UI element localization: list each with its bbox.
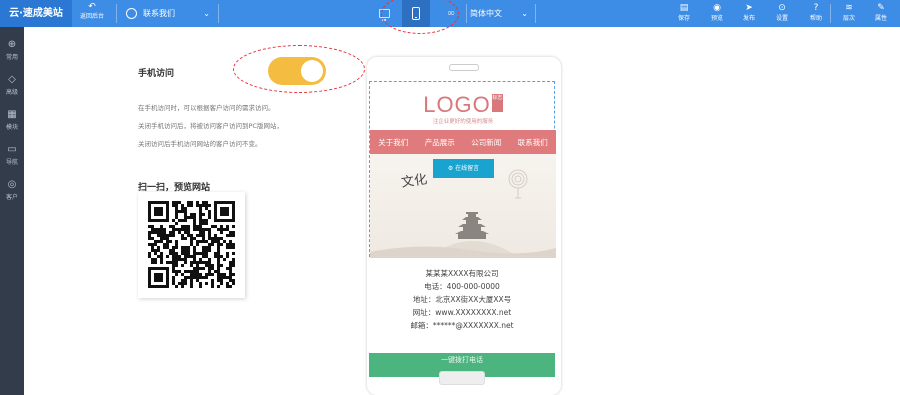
- settings-icon: ⊙: [778, 3, 786, 13]
- undo-icon: ↶: [88, 2, 96, 12]
- send-icon: ➤: [745, 3, 753, 13]
- phone-preview-frame: LOGO标志 注企业更好的使用的服务 关于我们 产品展示 公司新闻 联系我们 ⚙…: [367, 57, 561, 395]
- diamond-icon: ◇: [8, 74, 16, 85]
- divider: [116, 4, 117, 23]
- phone-number: 电话：400-000-0000: [424, 282, 500, 291]
- logo-tagline: 注企业更好的使用的服务: [432, 119, 494, 125]
- publish-label: 发布: [742, 15, 755, 22]
- divider: [830, 4, 831, 23]
- settings-button[interactable]: ⊙ 设置: [767, 2, 797, 26]
- company-name: 某某某XXXX有限公司: [425, 269, 499, 278]
- description-line: 在手机访问时，可以根据客户访问的需求访问。: [138, 104, 275, 112]
- sidebar-item-client[interactable]: ◎ 客户: [0, 175, 24, 207]
- nav-item-contact[interactable]: 联系我们: [518, 137, 548, 148]
- help-button[interactable]: ? 帮助: [801, 2, 831, 26]
- properties-label: 属性: [874, 15, 887, 22]
- eye-icon: ◉: [713, 3, 721, 13]
- banner-image: ⚙ 在线留言 文化: [370, 154, 556, 258]
- sidebar-item-label: 导航: [5, 159, 18, 166]
- language-select[interactable]: 简体中文 ⌄: [470, 4, 532, 23]
- annotation-ellipse: [233, 45, 365, 93]
- star-icon: ⊕: [7, 39, 17, 50]
- sidebar-item-label: 模块: [5, 124, 18, 131]
- nav-item-about[interactable]: 关于我们: [378, 137, 408, 148]
- wrench-icon: ✎: [877, 3, 885, 13]
- save-label: 保存: [677, 15, 690, 22]
- wifi-icon: ◎: [7, 179, 17, 190]
- chevron-down-icon: ⌄: [521, 9, 528, 18]
- save-button[interactable]: ▤ 保存: [669, 2, 699, 26]
- sidebar-item-label: 客户: [5, 194, 18, 201]
- sidebar-item-label: 常用: [5, 54, 18, 61]
- help-label: 帮助: [809, 15, 822, 22]
- qr-code: [148, 201, 235, 288]
- brand-logo: 云·速成美站: [0, 0, 72, 27]
- back-button[interactable]: ↶ 返回后台: [74, 1, 110, 26]
- header-module[interactable]: LOGO标志 注企业更好的使用的服务 关于我们 产品展示 公司新闻 联系我们 ⚙…: [369, 81, 556, 258]
- website: 网址：www.XXXXXXXX.net: [412, 308, 512, 317]
- site-nav: 关于我们 产品展示 公司新闻 联系我们: [370, 130, 556, 154]
- grid-icon: ▦: [7, 109, 17, 120]
- publish-button[interactable]: ➤ 发布: [734, 2, 764, 26]
- layers-button[interactable]: ≋ 层次: [834, 2, 864, 26]
- address: 地址：北京XX街XX大厦XX号: [412, 295, 512, 304]
- phone-screen[interactable]: LOGO标志 注企业更好的使用的服务 关于我们 产品展示 公司新闻 联系我们 ⚙…: [369, 81, 557, 377]
- preview-button[interactable]: ◉ 预览: [702, 2, 732, 26]
- site-logo: LOGO标志 注企业更好的使用的服务: [370, 92, 556, 125]
- page-icon: [126, 8, 137, 19]
- mobile-access-label: 手机访问: [138, 69, 175, 79]
- logo-tag: 标志: [491, 94, 503, 112]
- sidebar-item-modules[interactable]: ▦ 模块: [0, 105, 24, 137]
- sidebar-item-label: 高级: [5, 89, 18, 96]
- email: 邮箱：******@XXXXXXX.net: [410, 321, 514, 330]
- save-icon: ▤: [679, 3, 689, 13]
- settings-label: 设置: [775, 15, 788, 22]
- layers-label: 层次: [842, 15, 855, 22]
- sidebar-item-navigation[interactable]: ▭ 导航: [0, 140, 24, 172]
- layers-icon: ≋: [845, 3, 853, 13]
- phone-speaker: [449, 64, 479, 71]
- divider: [466, 4, 467, 23]
- temple-illustration: [370, 169, 556, 258]
- nav-item-news[interactable]: 公司新闻: [471, 137, 501, 148]
- page-select[interactable]: 联系我们 ⌄: [124, 4, 214, 23]
- nav-item-products[interactable]: 产品展示: [425, 137, 455, 148]
- preview-label: 预览: [710, 15, 723, 22]
- sidebar-item-advanced[interactable]: ◇ 高级: [0, 70, 24, 102]
- description-line: 关闭访问后手机访问网站的客户访问不变。: [138, 140, 262, 148]
- chevron-down-icon: ⌄: [203, 9, 210, 18]
- annotation-ellipse: [381, 0, 459, 34]
- page-icon: ▭: [7, 144, 17, 155]
- description-line: 关闭手机访问后，将被访问客户访问到PC版网站，: [138, 122, 283, 130]
- page-select-value: 联系我们: [143, 9, 175, 18]
- logo-text: LOGO: [423, 92, 491, 117]
- left-sidebar: ⊕ 常用 ◇ 高级 ▦ 模块 ▭ 导航 ◎ 客户: [0, 27, 24, 395]
- divider: [535, 4, 536, 23]
- back-label: 返回后台: [79, 13, 104, 20]
- divider: [218, 4, 219, 23]
- qr-code-card: [138, 192, 245, 298]
- contact-info: 某某某XXXX有限公司 电话：400-000-0000 地址：北京XX街XX大厦…: [369, 267, 555, 332]
- help-icon: ?: [813, 3, 819, 13]
- phone-home-button: [439, 371, 485, 385]
- properties-button[interactable]: ✎ 属性: [866, 2, 896, 26]
- sidebar-item-common[interactable]: ⊕ 常用: [0, 35, 24, 67]
- language-value: 简体中文: [470, 9, 502, 18]
